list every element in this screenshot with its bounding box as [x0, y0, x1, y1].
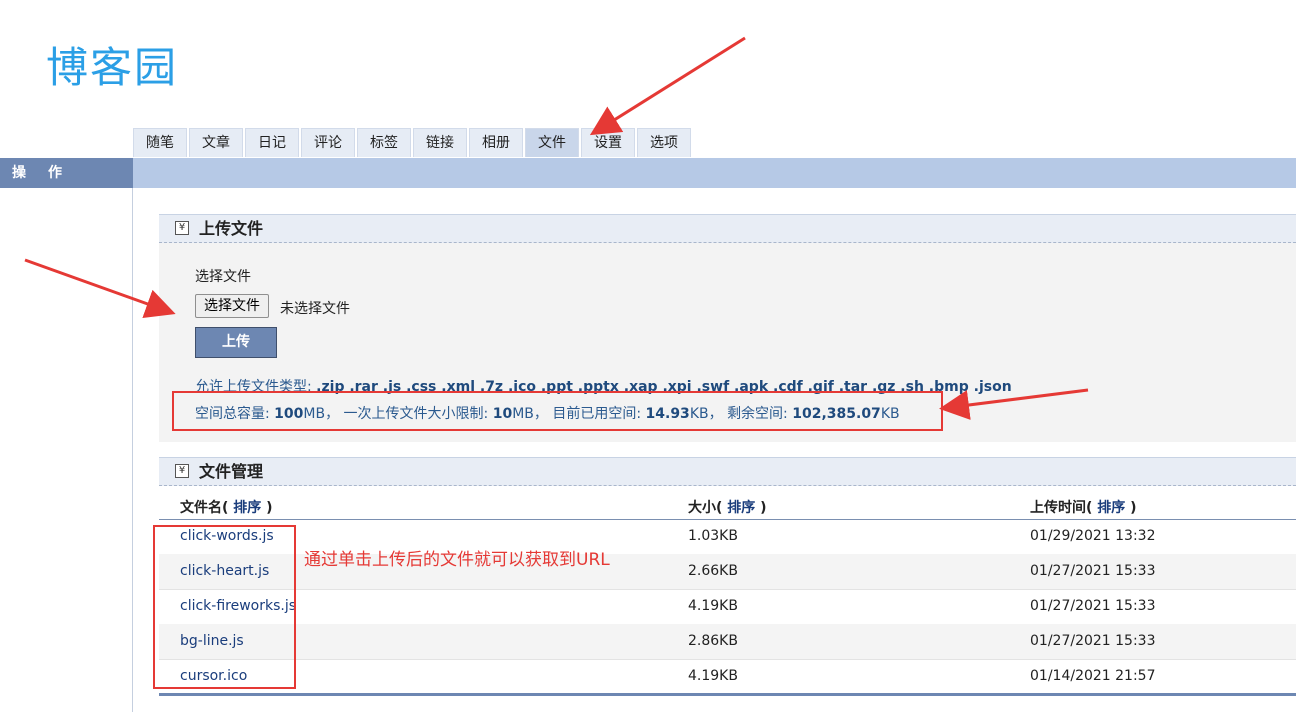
arrow-to-choose-button [24, 258, 176, 319]
arrow-to-quota [939, 388, 1089, 420]
arrow-to-files-tab [589, 36, 746, 136]
annotation-arrows [24, 36, 1089, 420]
